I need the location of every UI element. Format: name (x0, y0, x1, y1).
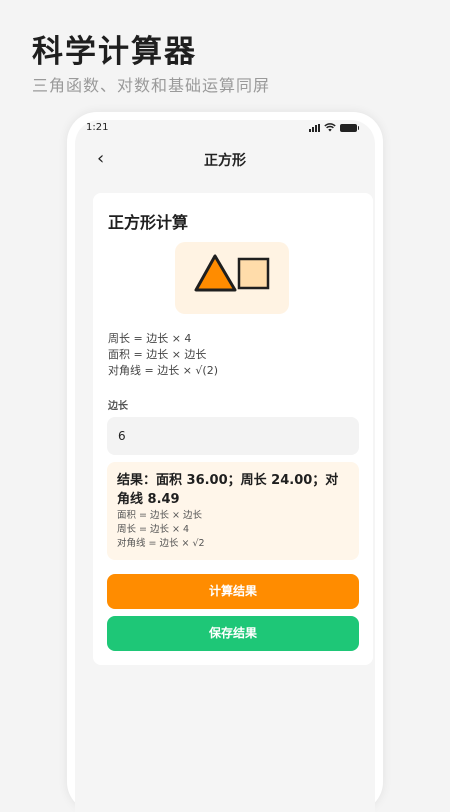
triangle-icon (194, 254, 237, 292)
promo-title: 科学计算器 (32, 34, 197, 70)
result-line-perimeter: 周长 = 边长 × 4 (117, 524, 190, 535)
shape-illustration (175, 242, 289, 314)
status-bar: 1:21 (75, 120, 375, 140)
app-screen: 1:21 ‹ 正方形 正方形计算 周长 = 边长 × 4 面积 = 边长 × 边… (75, 120, 375, 812)
result-line-area: 面积 = 边长 × 边长 (117, 510, 202, 521)
result-line-diagonal: 对角线 = 边长 × √2 (117, 538, 205, 549)
formula-perimeter: 周长 = 边长 × 4 (108, 332, 192, 345)
save-button[interactable]: 保存结果 (107, 616, 359, 651)
side-length-label: 边长 (108, 401, 128, 412)
calculate-button[interactable]: 计算结果 (107, 574, 359, 609)
promo-subtitle: 三角函数、对数和基础运算同屏 (32, 76, 271, 95)
formula-area: 面积 = 边长 × 边长 (108, 348, 207, 361)
nav-bar: ‹ 正方形 (75, 144, 375, 174)
calculator-card: 正方形计算 周长 = 边长 × 4 面积 = 边长 × 边长 对角线 = 边长 … (93, 193, 373, 665)
result-summary: 结果：面积 36.00；周长 24.00；对角线 8.49 (117, 473, 339, 507)
card-title: 正方形计算 (108, 213, 189, 232)
formula-diagonal: 对角线 = 边长 × √(2) (108, 364, 219, 377)
side-length-input[interactable] (107, 417, 359, 455)
result-panel: 结果：面积 36.00；周长 24.00；对角线 8.49 面积 = 边长 × … (107, 462, 359, 560)
signal-icon (309, 123, 320, 132)
status-icons (309, 123, 359, 132)
page-title: 正方形 (204, 153, 246, 169)
formula-list: 周长 = 边长 × 4 面积 = 边长 × 边长 对角线 = 边长 × √(2) (108, 331, 218, 379)
phone-frame: 1:21 ‹ 正方形 正方形计算 周长 = 边长 × 4 面积 = 边长 × 边… (67, 112, 383, 812)
wifi-icon (324, 123, 336, 132)
square-icon (237, 257, 270, 290)
status-time: 1:21 (86, 122, 109, 133)
battery-icon (340, 123, 359, 132)
